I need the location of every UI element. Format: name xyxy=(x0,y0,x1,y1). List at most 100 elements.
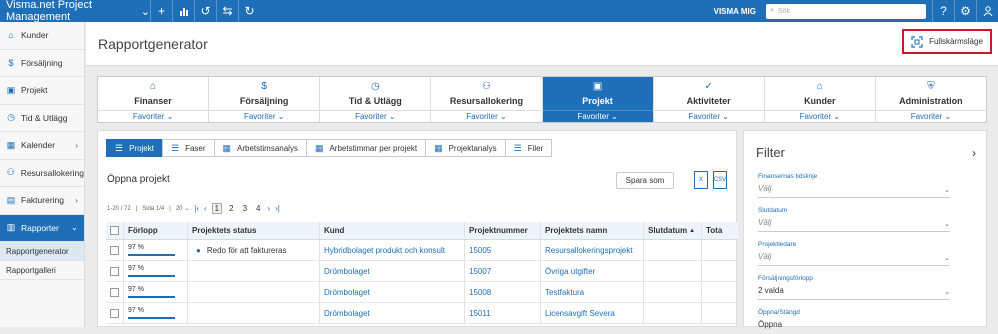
filter-label: Projektledare xyxy=(758,241,797,248)
module-finanser[interactable]: ⌂ Finanser Favoriter ⌄ xyxy=(98,77,210,122)
swap-icon[interactable]: ⇆ xyxy=(216,0,238,22)
column-header[interactable]: Kund xyxy=(320,222,465,239)
sidebar-subitem-rapportgenerator[interactable]: Rapportgenerator xyxy=(0,242,84,261)
favorites-dropdown[interactable]: Favoriter ⌄ xyxy=(653,110,764,122)
sidebar-item-forsaljning[interactable]: $ Försäljning xyxy=(0,50,84,77)
prev-page-icon[interactable]: ‹ xyxy=(204,204,207,213)
column-header[interactable]: Tota xyxy=(702,222,738,239)
tab-filer[interactable]: ☰ Filer xyxy=(504,139,553,157)
refresh-icon[interactable]: ↻ xyxy=(238,0,260,22)
favorites-dropdown[interactable]: Favoriter ⌄ xyxy=(209,110,320,122)
column-header[interactable]: Projektets status xyxy=(188,222,320,239)
project-number-link[interactable]: 15007 xyxy=(465,261,541,281)
history-icon[interactable]: ↺ xyxy=(194,0,216,22)
filter-oppna-stangd[interactable]: Öppna/Stängd Öppna xyxy=(758,309,950,334)
sidebar-item-projekt[interactable]: ▣ Projekt xyxy=(0,77,84,105)
tab-arbetstimmar-per-projekt[interactable]: ▦ Arbetstimmar per projekt xyxy=(305,139,427,157)
column-header[interactable]: Förlopp xyxy=(124,222,188,239)
sidebar-item-kalender[interactable]: ▦ Kalender › xyxy=(0,132,84,160)
row-checkbox[interactable] xyxy=(110,308,119,318)
filter-slutdatum[interactable]: Slutdatum Välj ⌄ xyxy=(758,207,950,232)
customer-link[interactable]: Drömbolaget xyxy=(320,303,465,323)
project-name-link[interactable]: Licensavgift Severa xyxy=(541,303,644,323)
last-page-icon[interactable]: ›| xyxy=(275,204,280,213)
search-input[interactable]: ⌕ Sök xyxy=(766,3,926,19)
page-size-select[interactable]: 20 ⌄ xyxy=(176,205,189,212)
app-brand[interactable]: Visma.net Project Management ⌄ xyxy=(0,0,150,23)
module-kunder[interactable]: ⌂ Kunder Favoriter ⌄ xyxy=(764,77,876,122)
project-name-link[interactable]: Testfaktura xyxy=(541,282,644,302)
filter-finansernas-tidslinje[interactable]: Finansernas tidslinje Välj ⌄ xyxy=(758,173,950,198)
fullscreen-button[interactable]: Fullskärmsläge xyxy=(902,29,992,54)
table-row[interactable]: 97 % Drömbolaget 15007 Övriga utgifter xyxy=(106,261,738,282)
next-page-icon[interactable]: › xyxy=(267,204,270,213)
sidebar-item-resursallokering[interactable]: ⚇ Resursallokering xyxy=(0,160,84,187)
tab-projektanalys[interactable]: ▦ Projektanalys xyxy=(425,139,506,157)
gear-icon[interactable]: ⚙ xyxy=(954,0,976,22)
select-all-checkbox[interactable] xyxy=(110,226,119,235)
customer-link[interactable]: Hybridbolaget produkt och konsult xyxy=(320,240,465,260)
favorites-dropdown[interactable]: Favoriter ⌄ xyxy=(875,110,986,122)
project-number-link[interactable]: 15011 xyxy=(465,303,541,323)
project-number-link[interactable]: 15005 xyxy=(465,240,541,260)
sidebar-item-kunder[interactable]: ⌂ Kunder xyxy=(0,22,84,50)
sidebar-item-fakturering[interactable]: ▤ Fakturering › xyxy=(0,187,84,215)
user-icon[interactable] xyxy=(976,0,998,22)
project-number-link[interactable]: 15008 xyxy=(465,282,541,302)
first-page-icon[interactable]: |‹ xyxy=(194,204,199,213)
table-row[interactable]: 97 % Drömbolaget 15008 Testfaktura xyxy=(106,282,738,303)
page-link[interactable]: 2 xyxy=(227,204,235,213)
page-link[interactable]: 3 xyxy=(241,204,249,213)
customer-link[interactable]: Drömbolaget xyxy=(320,282,465,302)
module-projekt[interactable]: ▣ Projekt Favoriter ⌄ xyxy=(542,77,654,122)
tab-arbetstimsanalys[interactable]: ▦ Arbetstimsanalys xyxy=(213,139,307,157)
module-tid-utlagg[interactable]: ◷ Tid & Utlägg Favoriter ⌄ xyxy=(320,77,432,122)
column-header[interactable]: Projektnummer xyxy=(465,222,541,239)
table-row[interactable]: 97 % Drömbolaget 15011 Licensavgift Seve… xyxy=(106,303,738,324)
page-link[interactable]: 4 xyxy=(254,204,262,213)
favorites-dropdown[interactable]: Favoriter ⌄ xyxy=(431,110,542,122)
module-resursallokering[interactable]: ⚇ Resursallokering Favoriter ⌄ xyxy=(431,77,543,122)
project-name-link[interactable]: Resursallokeringsprojekt xyxy=(541,240,644,260)
favorites-dropdown[interactable]: Favoriter ⌄ xyxy=(98,110,209,122)
column-header[interactable]: Projektets namn xyxy=(541,222,644,239)
project-name-link[interactable]: Övriga utgifter xyxy=(541,261,644,281)
customers-icon: ⌂ xyxy=(8,30,14,41)
table-row[interactable]: 97 % ● Redo för att faktureras Hybridbola… xyxy=(106,240,738,261)
sidebar-item-label: Resursallokering xyxy=(20,167,84,178)
excel-export-icon[interactable]: X xyxy=(694,171,708,189)
module-label: Projekt xyxy=(582,96,613,106)
plus-icon[interactable]: + xyxy=(150,0,172,22)
row-checkbox[interactable] xyxy=(110,287,119,297)
row-checkbox[interactable] xyxy=(110,266,119,276)
module-administration[interactable]: ⛨ Administration Favoriter ⌄ xyxy=(875,77,986,122)
sidebar-item-label: Rapporter xyxy=(21,222,59,233)
sidebar-item-label: Projekt xyxy=(21,85,48,96)
collapse-filter-icon[interactable]: › xyxy=(972,146,976,160)
filter-label: Finansernas tidslinje xyxy=(758,173,818,180)
chart-icon[interactable] xyxy=(172,0,194,22)
filter-projektledare[interactable]: Projektledare Välj ⌄ xyxy=(758,241,950,266)
filter-forsaljningsforlopp[interactable]: Försäljningsförlopp 2 valda ⌄ xyxy=(758,275,950,300)
column-header-sorted[interactable]: Slutdatum ▲ xyxy=(644,222,702,239)
favorites-dropdown[interactable]: Favoriter ⌄ xyxy=(542,110,653,122)
help-icon[interactable]: ? xyxy=(932,0,954,22)
customer-link[interactable]: Drömbolaget xyxy=(320,261,465,281)
sidebar-subitem-rapportgalleri[interactable]: Rapportgalleri xyxy=(0,261,84,280)
sidebar-item-rapporter[interactable]: ▥ Rapporter ⌄ xyxy=(0,214,84,242)
favorites-dropdown[interactable]: Favoriter ⌄ xyxy=(320,110,431,122)
page-link[interactable]: 1 xyxy=(211,203,223,214)
module-aktiviteter[interactable]: ✓ Aktiviteter Favoriter ⌄ xyxy=(653,77,765,122)
save-as-button[interactable]: Spara som xyxy=(616,172,674,189)
company-name[interactable]: VISMA MIG xyxy=(714,7,756,16)
csv-export-icon[interactable]: CSV xyxy=(713,171,727,189)
sidebar-item-tid-utlagg[interactable]: ◷ Tid & Utlägg xyxy=(0,105,84,132)
tab-projekt[interactable]: ☰ Projekt xyxy=(106,139,163,157)
progress-bar xyxy=(128,317,175,319)
row-checkbox[interactable] xyxy=(110,245,119,255)
tab-faser[interactable]: ☰ Faser xyxy=(161,139,215,157)
chevron-down-icon[interactable]: ⌄ xyxy=(141,5,150,18)
chevron-down-icon: ⌄ xyxy=(944,221,950,228)
favorites-dropdown[interactable]: Favoriter ⌄ xyxy=(764,110,875,122)
module-forsaljning[interactable]: $ Försäljning Favoriter ⌄ xyxy=(209,77,321,122)
